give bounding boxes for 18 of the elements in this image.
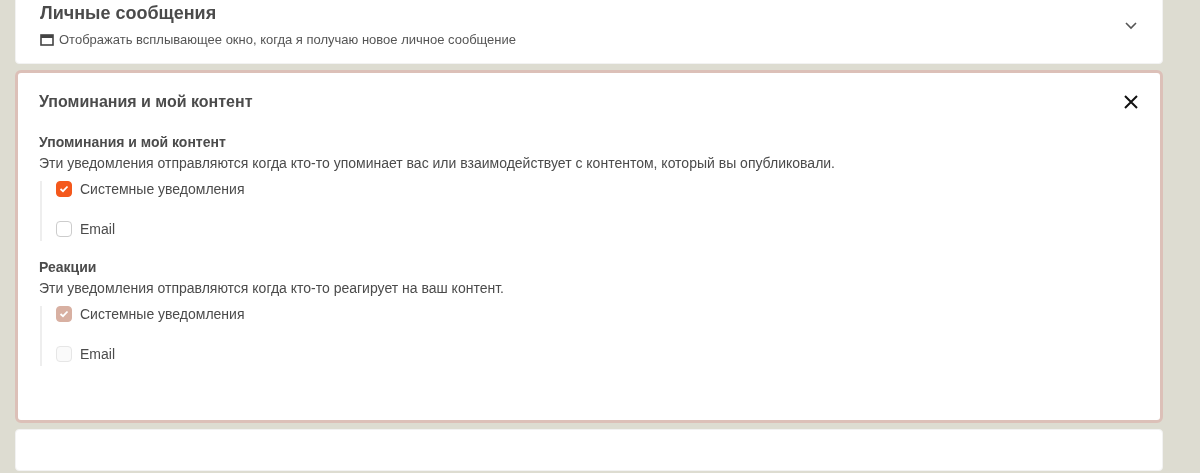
group-title: Реакции bbox=[39, 259, 98, 275]
section-description: Отображать всплывающее окно, когда я получаю новое личное сообщение bbox=[59, 32, 517, 47]
checkbox-label: Системные уведомления bbox=[80, 181, 245, 197]
section-title: Упоминания и мой контент bbox=[39, 93, 253, 111]
checkbox[interactable] bbox=[56, 221, 72, 237]
checkbox-label: Email bbox=[80, 346, 115, 362]
group-description: Эти уведомления отправляются когда кто-то упоминает вас или взаимодействует с контентом, который вы опубликовали. bbox=[39, 155, 836, 171]
section-title: Личные сообщения bbox=[40, 3, 218, 24]
checkbox-label: Email bbox=[80, 221, 115, 237]
chevron-icon[interactable] bbox=[1124, 19, 1138, 31]
close-icon[interactable] bbox=[1123, 94, 1139, 110]
window-icon bbox=[40, 33, 54, 46]
check-icon bbox=[59, 185, 69, 193]
group-title: Упоминания и мой контент bbox=[39, 134, 227, 150]
check-icon bbox=[59, 310, 69, 318]
checkbox-label: Системные уведомления bbox=[80, 306, 245, 322]
checkbox[interactable] bbox=[56, 181, 72, 197]
group-description: Эти уведомления отправляются когда кто-то реагирует на ваш контент. bbox=[39, 280, 505, 296]
